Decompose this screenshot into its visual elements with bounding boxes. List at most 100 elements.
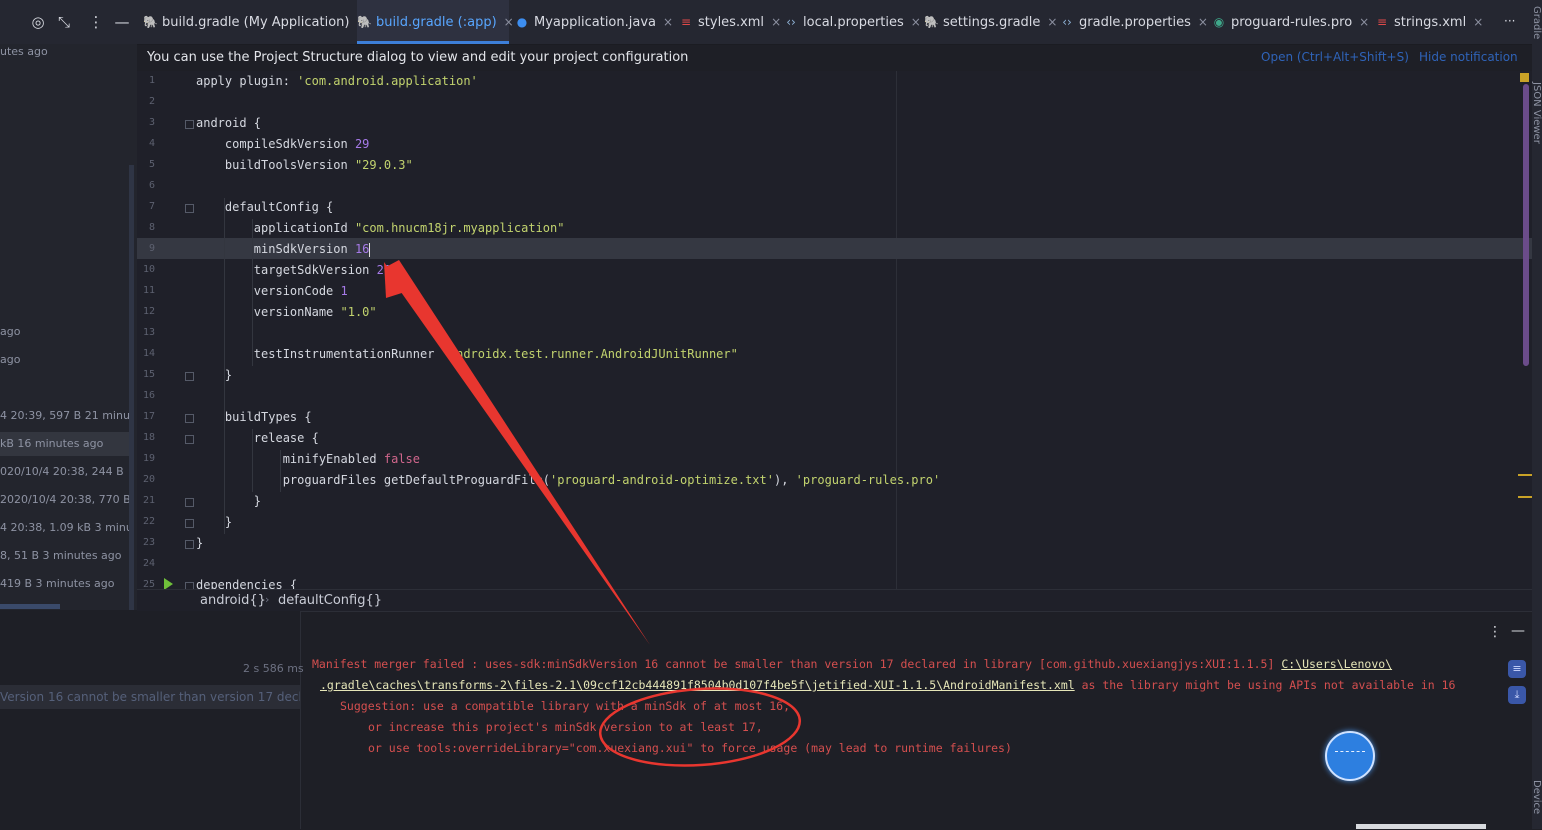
- code-line[interactable]: compileSdkVersion 29: [196, 137, 370, 151]
- line-number: 1: [148, 75, 155, 86]
- fold-toggle-icon[interactable]: [185, 372, 194, 381]
- suggestion-line-2: or increase this project's minSdk versio…: [368, 720, 763, 734]
- manifest-path-link[interactable]: C:\Users\Lenovo\: [1281, 657, 1392, 671]
- more-options-icon[interactable]: ⋮: [86, 12, 106, 32]
- tab-settings-gradle[interactable]: 🐘 settings.gradle ×: [924, 0, 1057, 44]
- floating-assistant-ball[interactable]: [1325, 731, 1375, 781]
- more-options-icon[interactable]: ⋮: [1488, 624, 1502, 640]
- line-number: 13: [142, 327, 155, 338]
- scroll-to-end-icon[interactable]: ⤓: [1508, 686, 1526, 704]
- warning-marker[interactable]: [1518, 474, 1532, 476]
- manifest-path-link-cont[interactable]: .gradle\caches\transforms-2\files-2.1\09…: [320, 678, 1075, 692]
- close-tab-icon[interactable]: ×: [663, 15, 673, 29]
- fold-toggle-icon[interactable]: [185, 540, 194, 549]
- history-entry[interactable]: 2020/10/4 20:38, 770 B A r: [0, 488, 132, 512]
- close-tab-icon[interactable]: ×: [911, 15, 921, 29]
- fold-toggle-icon[interactable]: [185, 519, 194, 528]
- history-entry[interactable]: 419 B 3 minutes ago: [0, 572, 132, 596]
- xml-resource-icon: ≡: [1376, 15, 1388, 29]
- close-tab-icon[interactable]: ×: [1047, 15, 1057, 29]
- side-panel-scrollbar[interactable]: [129, 165, 134, 610]
- line-number: 10: [142, 264, 155, 275]
- open-project-structure-link[interactable]: Open (Ctrl+Alt+Shift+S): [1261, 50, 1409, 64]
- close-tab-icon[interactable]: ×: [504, 15, 514, 29]
- line-number: 24: [142, 558, 155, 569]
- tab-myapplication-java[interactable]: ● Myapplication.java ×: [515, 0, 675, 44]
- code-line[interactable]: apply plugin: 'com.android.application': [196, 74, 478, 88]
- fold-toggle-icon[interactable]: [185, 435, 194, 444]
- code-line[interactable]: versionCode 1: [196, 284, 348, 298]
- tab-local-properties[interactable]: ‹› local.properties ×: [784, 0, 921, 44]
- properties-icon: ‹›: [1062, 15, 1072, 29]
- history-entry[interactable]: ago: [0, 348, 132, 372]
- line-number: 11: [142, 285, 155, 296]
- code-line[interactable]: }: [196, 536, 203, 550]
- code-line[interactable]: applicationId "com.hnucm18jr.myapplicati…: [196, 221, 565, 235]
- code-line[interactable]: }: [196, 368, 232, 382]
- tab-build-gradle-app[interactable]: 🐘 build.gradle (:app) ×: [357, 0, 514, 44]
- fold-toggle-icon[interactable]: [185, 498, 194, 507]
- code-line[interactable]: testInstrumentationRunner "androidx.test…: [196, 347, 738, 361]
- gradle-tool-tab[interactable]: Gradle: [1531, 6, 1542, 39]
- inspection-status-icon[interactable]: [1520, 73, 1529, 82]
- code-line[interactable]: targetSdkVersion 29: [196, 263, 391, 277]
- line-number: 20: [142, 474, 155, 485]
- tab-proguard-rules-pro[interactable]: ◉ proguard-rules.pro ×: [1212, 0, 1369, 44]
- history-entry[interactable]: 020/10/4 20:38, 244 B: [0, 460, 132, 484]
- minimize-icon[interactable]: —: [1511, 623, 1525, 639]
- device-tool-tab[interactable]: Device: [1531, 780, 1542, 814]
- history-entry[interactable]: 8, 51 B 3 minutes ago: [0, 544, 132, 568]
- json-viewer-tool-tab[interactable]: JSON Viewer: [1531, 82, 1542, 144]
- side-panel-hscrollbar[interactable]: [0, 604, 60, 609]
- minimize-icon[interactable]: —: [112, 12, 132, 32]
- tab-build-gradle-my-application[interactable]: 🐘build.gradle (My Application)×: [143, 0, 367, 44]
- suggestion-line-3: or use tools:overrideLibrary="com.xuexia…: [368, 741, 1012, 755]
- soft-wrap-icon[interactable]: ≡: [1508, 660, 1526, 678]
- history-entry[interactable]: utes ago: [0, 40, 132, 64]
- run-gutter-icon[interactable]: [164, 578, 173, 589]
- breadcrumb-android[interactable]: android{}: [200, 593, 266, 608]
- history-entry[interactable]: kB 16 minutes ago: [0, 432, 132, 456]
- breadcrumb-defaultconfig[interactable]: defaultConfig{}: [278, 593, 382, 608]
- line-number: 14: [142, 348, 155, 359]
- code-line[interactable]: minifyEnabled false: [196, 452, 420, 466]
- hide-notification-link[interactable]: Hide notification: [1419, 50, 1518, 64]
- code-line[interactable]: release {: [196, 431, 319, 445]
- code-line[interactable]: minSdkVersion 16: [196, 242, 371, 257]
- code-line[interactable]: android {: [196, 116, 261, 130]
- close-tab-icon[interactable]: ×: [1473, 15, 1483, 29]
- close-tab-icon[interactable]: ×: [1198, 15, 1208, 29]
- tab-label: settings.gradle: [943, 15, 1041, 30]
- code-line[interactable]: dependencies {: [196, 578, 297, 589]
- close-tab-icon[interactable]: ×: [1359, 15, 1369, 29]
- history-entry[interactable]: 4 20:39, 597 B 21 minutes a: [0, 404, 132, 428]
- history-entry[interactable]: ago: [0, 320, 132, 344]
- build-tree: [0, 611, 301, 829]
- code-line[interactable]: proguardFiles getDefaultProguardFile('pr…: [196, 473, 940, 487]
- history-entry[interactable]: 4 20:38, 1.09 kB 3 minutes: [0, 516, 132, 540]
- fold-toggle-icon[interactable]: [185, 120, 194, 129]
- code-line[interactable]: buildTypes {: [196, 410, 312, 424]
- build-tree-selected-row[interactable]: Version 16 cannot be smaller than versio…: [0, 685, 300, 709]
- tab-styles-xml[interactable]: ≡ styles.xml ×: [679, 0, 781, 44]
- fold-toggle-icon[interactable]: [185, 204, 194, 213]
- tab-overflow-button[interactable]: ···: [1504, 14, 1515, 28]
- fold-toggle-icon[interactable]: [185, 582, 194, 589]
- code-line[interactable]: }: [196, 515, 232, 529]
- tab-strings-xml[interactable]: ≡ strings.xml ×: [1375, 0, 1485, 44]
- close-tab-icon[interactable]: ×: [771, 15, 781, 29]
- line-number: 2: [148, 96, 155, 107]
- tab-gradle-properties[interactable]: ‹› gradle.properties ×: [1060, 0, 1208, 44]
- code-line[interactable]: defaultConfig {: [196, 200, 333, 214]
- code-line[interactable]: buildToolsVersion "29.0.3": [196, 158, 413, 172]
- properties-icon: ‹›: [786, 15, 796, 29]
- code-line[interactable]: versionName "1.0": [196, 305, 377, 319]
- code-line[interactable]: }: [196, 494, 261, 508]
- code-editor[interactable]: 1 apply plugin: 'com.android.application'…: [137, 71, 1532, 589]
- locate-target-icon[interactable]: ◎: [28, 12, 48, 32]
- collapse-icon[interactable]: ⤡: [54, 12, 74, 32]
- editor-scrollbar-thumb[interactable]: [1523, 84, 1529, 366]
- error-message-tail: as the library might be using APIs not a…: [1074, 678, 1456, 692]
- fold-toggle-icon[interactable]: [185, 414, 194, 423]
- warning-marker[interactable]: [1518, 496, 1532, 498]
